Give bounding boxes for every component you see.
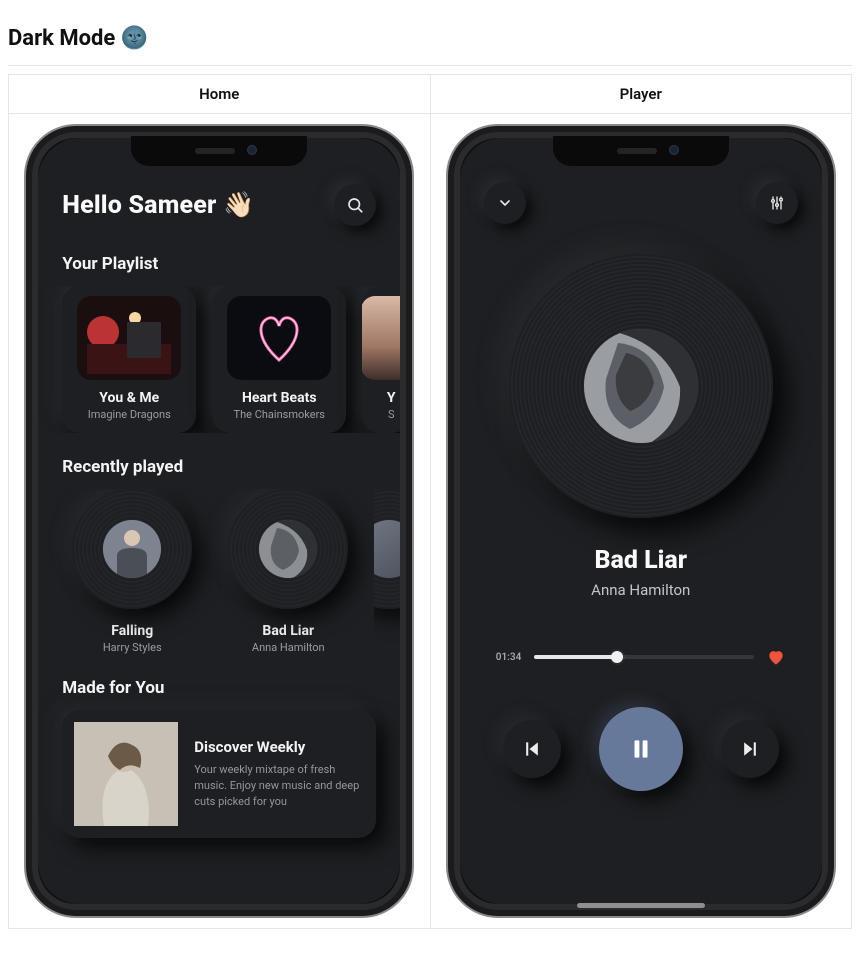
playlist-card[interactable]: Heart Beats The Chainsmokers [212,286,346,433]
playlist-art [362,296,400,380]
recent-artist: Harry Styles [103,641,162,654]
chevron-down-icon [497,195,513,211]
moon-face-emoji: 🌚 [121,26,148,51]
greeting-prefix: Hello [62,191,122,220]
playlist-title: Heart Beats [242,390,317,406]
column-header-player: Player [430,75,852,114]
search-button[interactable] [334,184,376,226]
player-screen: Bad Liar Anna Hamilton 01:34 [460,138,822,904]
elapsed-time: 01:34 [496,652,522,663]
page-title: Dark Mode 🌚 [8,8,852,65]
recent-item[interactable]: Falling Harry Styles [62,489,202,654]
playlist-card-partial[interactable]: Y S [362,286,400,433]
playlist-art [77,296,181,380]
playlist-scroll[interactable]: You & Me Imagine Dragons [38,286,400,433]
playlist-artist: The Chainsmokers [234,408,325,421]
made-for-you-title: Discover Weekly [194,738,364,756]
phone-notch [131,136,307,166]
made-for-you-art [74,722,178,826]
favorite-button[interactable] [766,647,786,667]
album-art [584,329,698,443]
playlist-art [227,296,331,380]
song-title: Bad Liar [460,546,822,575]
recent-title: Bad Liar [262,623,314,639]
recent-scroll[interactable]: Falling Harry Styles Bad Liar [38,489,400,654]
section-title-made: Made for You [38,654,400,710]
greeting: Hello Sameer 👋🏻 [62,191,254,220]
phone-frame-player: Bad Liar Anna Hamilton 01:34 [446,124,836,918]
sliders-icon [769,195,785,211]
recent-title: Falling [111,623,153,639]
playlist-title: Y [387,390,396,406]
phones-table: Home Player Hello Sameer [8,74,852,929]
recent-art [103,520,161,578]
recent-item[interactable]: Bad Liar Anna Hamilton [218,489,358,654]
phone-frame-home: Hello Sameer 👋🏻 [24,124,414,918]
song-artist: Anna Hamilton [460,581,822,599]
next-button[interactable] [721,720,779,778]
recent-item-partial[interactable] [374,489,400,654]
playlist-title: You & Me [99,390,159,406]
progress-knob [611,651,623,663]
progress-slider[interactable] [534,655,754,659]
wave-emoji: 👋🏻 [223,191,254,220]
playlist-artist: Imagine Dragons [88,408,171,421]
pause-icon [628,736,654,762]
recent-artist: Anna Hamilton [252,641,325,654]
equalizer-button[interactable] [756,182,798,224]
divider [8,65,852,66]
recent-disc [72,489,192,609]
skip-forward-icon [740,739,760,759]
playlist-card[interactable]: You & Me Imagine Dragons [62,286,196,433]
playlist-artist: S [388,408,395,421]
page-title-text: Dark Mode [8,26,115,51]
section-title-playlist: Your Playlist [38,230,400,286]
column-header-home: Home [9,75,431,114]
search-icon [346,196,364,214]
made-for-you-description: Your weekly mixtape of fresh music. Enjo… [194,762,364,810]
made-for-you-card[interactable]: Discover Weekly Your weekly mixtape of f… [62,710,376,838]
home-screen: Hello Sameer 👋🏻 [38,138,400,904]
section-title-recent: Recently played [38,433,400,489]
heart-icon [766,647,786,667]
recent-disc [374,489,400,609]
phone-notch [553,136,729,166]
recent-art [374,520,400,578]
recent-disc [228,489,348,609]
play-pause-button[interactable] [599,707,683,791]
greeting-name: Sameer [128,191,216,220]
home-indicator [577,903,705,908]
album-disc [509,254,773,518]
previous-button[interactable] [503,720,561,778]
collapse-button[interactable] [484,182,526,224]
progress-fill [534,655,618,659]
recent-art [259,520,317,578]
skip-back-icon [522,739,542,759]
